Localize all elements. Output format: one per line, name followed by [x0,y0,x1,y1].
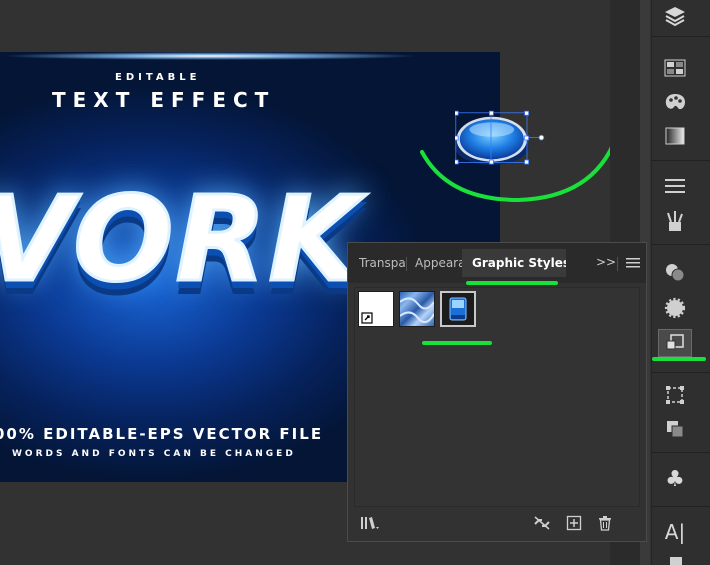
color-icon[interactable] [658,88,692,116]
dock-separator [652,36,710,37]
button-style-icon [449,297,467,321]
selected-swatch-highlight [422,341,492,345]
artwork-words-text: WORDS AND FONTS CAN BE CHANGED [12,449,296,459]
transparency-icon[interactable] [658,294,692,322]
dock-separator [652,452,710,453]
pathfinder-icon[interactable] [658,415,692,443]
artwork-text-effect: TEXT EFFECT [52,88,276,112]
trash-icon[interactable] [597,515,613,531]
symbols-icon[interactable]: ♣ [658,466,692,494]
layers-icon[interactable] [658,2,692,30]
swatch-default-style[interactable] [358,291,394,327]
tab-graphic-styles[interactable]: Graphic Styles [462,249,566,277]
artwork-eps-text: 00% EDITABLE-EPS VECTOR FILE [0,425,324,443]
active-tool-highlight [652,357,706,361]
selected-button-object[interactable] [455,108,547,172]
break-link-icon[interactable] [532,515,552,531]
pattern-icon [399,297,435,324]
tab-transparency[interactable]: Transparency [359,249,405,277]
stroke-icon[interactable] [658,172,692,200]
artwork-big-word: VORK [0,169,362,310]
dock-separator [652,506,710,507]
tab-divider [617,257,618,271]
dock-separator [652,160,710,161]
dock-separator [652,372,710,373]
swatch-blue-pattern-style[interactable] [399,291,435,327]
active-tab-highlight [466,281,558,285]
library-icon[interactable] [360,515,380,531]
graphic-styles-panel[interactable]: Transparency Appearance Graphic Styles >… [347,242,647,542]
character-icon[interactable]: A| [658,518,692,546]
transform-icon[interactable] [658,381,692,409]
panel-tab-bar: Transparency Appearance Graphic Styles >… [348,243,646,285]
default-style-icon [361,312,373,324]
artwork-glow [0,52,420,60]
graphic-styles-list[interactable] [354,287,640,507]
dock-separator [652,244,710,245]
panel-footer [348,509,646,541]
swatches-icon[interactable] [658,54,692,82]
panel-menu-icon[interactable] [626,257,640,269]
gradient-icon[interactable] [658,122,692,150]
tab-overflow-button[interactable]: >> [596,255,616,269]
paragraph-icon[interactable] [658,552,692,565]
new-style-icon[interactable] [566,515,582,531]
tab-appearance[interactable]: Appearance [415,249,463,277]
artwork-editable-text: EDITABLE [115,72,201,83]
brushes-icon[interactable] [658,206,692,234]
graphic-styles-icon[interactable] [658,329,692,357]
appearance-icon[interactable] [658,258,692,286]
tab-divider [406,257,407,271]
swatch-blue-button-style[interactable] [440,291,476,327]
